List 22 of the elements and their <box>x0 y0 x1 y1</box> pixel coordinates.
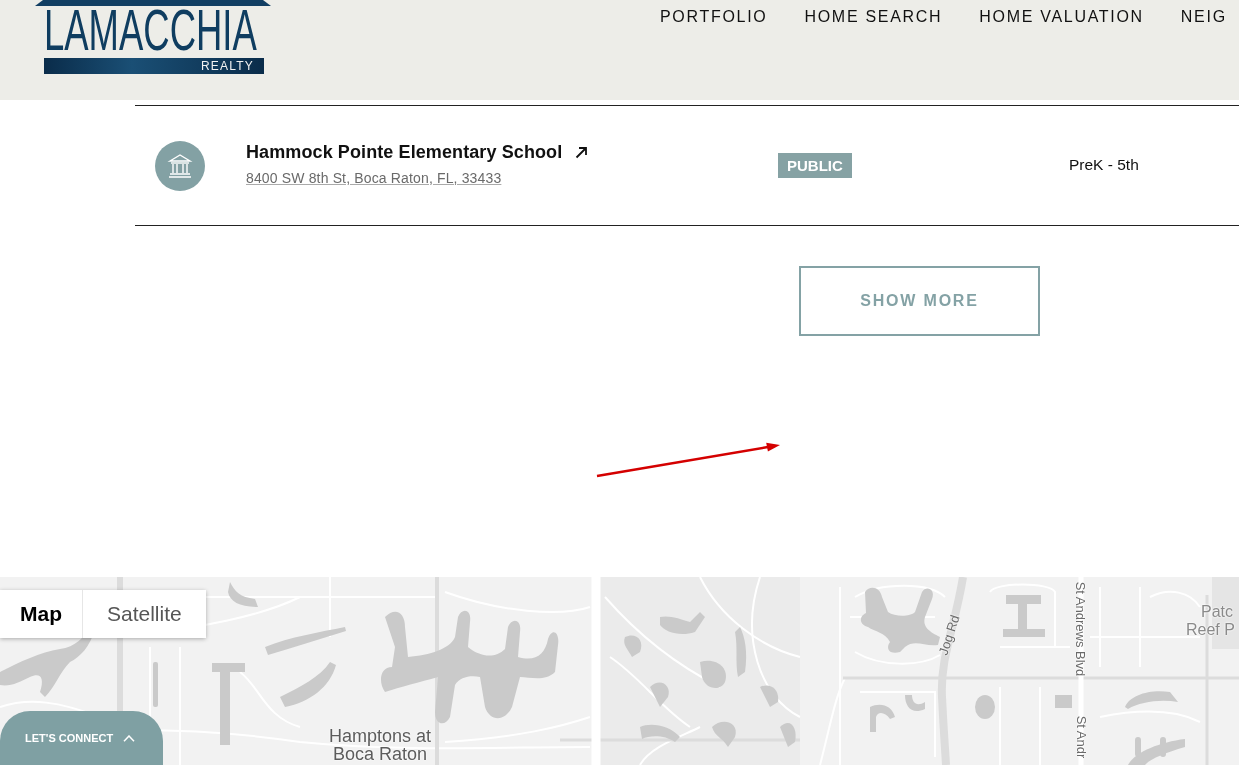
school-type-badge: PUBLIC <box>778 153 852 178</box>
logo-tagline: REALTY <box>44 58 264 74</box>
map-label: Jog Rd <box>935 613 963 657</box>
map-label: St Andrews Blvd <box>1072 581 1088 677</box>
nav-link[interactable]: HOME SEARCH <box>804 8 943 26</box>
map-label: St Andr <box>1073 715 1089 759</box>
map-label: Patc <box>1201 603 1233 621</box>
caret-up-icon <box>123 734 136 742</box>
nav-link[interactable]: NEIG <box>1180 8 1227 26</box>
nav-link[interactable]: HOME VALUATION <box>979 8 1144 26</box>
map-label: Hamptons at Boca Raton <box>327 727 433 763</box>
school-building-icon <box>155 140 205 191</box>
external-link-icon <box>575 145 589 159</box>
grade-range-text: PreK - 5th <box>1069 155 1139 174</box>
nav-link[interactable]: PORTFOLIO <box>660 8 768 26</box>
logo-roof-icon <box>35 0 271 6</box>
map-type-tab[interactable]: Satellite <box>82 590 206 638</box>
logo-wordmark: LAMACCHIA <box>44 6 257 54</box>
map-label: Reef P <box>1186 621 1235 639</box>
address-link[interactable]: 8400 SW 8th St, Boca Raton, FL, 33433 <box>246 169 502 186</box>
school-name-link[interactable]: Hammock Pointe Elementary School <box>246 141 589 163</box>
map-type-tab[interactable]: Map <box>0 590 82 638</box>
